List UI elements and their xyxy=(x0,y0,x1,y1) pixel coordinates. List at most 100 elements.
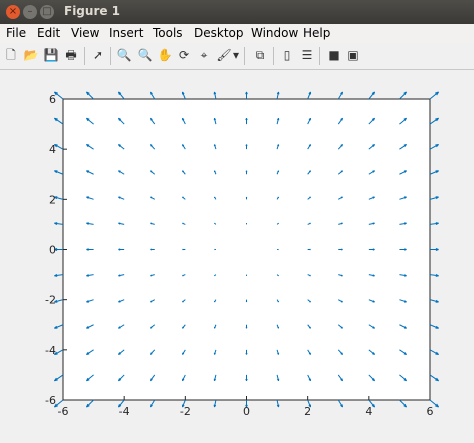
y-tick-label: -2 xyxy=(45,294,56,307)
quiver-arrow xyxy=(245,91,248,99)
y-tick-label: 6 xyxy=(49,93,56,106)
quiver-arrow xyxy=(245,349,248,355)
quiver-arrow xyxy=(276,399,280,408)
quiver-arrow xyxy=(429,143,439,150)
quiver-arrow xyxy=(429,222,439,226)
menu-edit[interactable]: Edit xyxy=(37,26,60,40)
save-icon[interactable]: 💾 xyxy=(43,47,59,63)
rotate-3d-icon[interactable]: ⟳ xyxy=(176,47,192,63)
quiver-arrow xyxy=(307,248,311,251)
quiver-arrow xyxy=(149,399,156,408)
quiver-arrow xyxy=(150,248,155,251)
y-tick-label: 2 xyxy=(49,193,56,206)
quiver-arrow xyxy=(54,117,64,125)
link-plot-icon[interactable]: ⧉ xyxy=(252,47,268,63)
quiver-arrow xyxy=(337,399,344,408)
quiver-arrow xyxy=(429,91,440,100)
menu-insert[interactable]: Insert xyxy=(109,26,143,40)
toolbar-separator xyxy=(273,47,274,65)
quiver-arrow xyxy=(245,118,248,125)
open-file-icon[interactable]: 📂 xyxy=(23,47,39,63)
menu-help[interactable]: Help xyxy=(303,26,330,40)
quiver-arrow xyxy=(54,374,64,382)
quiver-arrow xyxy=(368,91,376,100)
x-tick-label: 2 xyxy=(304,405,311,418)
quiver-arrow xyxy=(54,170,64,175)
quiver-arrow xyxy=(54,324,64,329)
quiver-arrow xyxy=(307,91,312,100)
menu-view[interactable]: View xyxy=(71,26,99,40)
quiver-arrow xyxy=(429,170,439,175)
quiver-arrow xyxy=(149,91,156,100)
pan-icon[interactable]: ✋ xyxy=(157,47,173,63)
zoom-in-icon[interactable]: 🔍 xyxy=(116,47,132,63)
quiver-arrow xyxy=(213,399,217,408)
show-plot-tools-icon[interactable]: ▣ xyxy=(345,47,361,63)
axes-box xyxy=(62,98,431,401)
quiver-plot[interactable]: -6 -4 -2 0 2 4 6 -6 -4 -2 0 2 4 6 xyxy=(0,70,474,443)
quiver-arrow xyxy=(213,91,217,100)
quiver-arrow xyxy=(54,222,64,226)
quiver-arrow xyxy=(338,248,343,251)
quiver-arrow xyxy=(181,91,186,100)
x-tick-label: -4 xyxy=(119,405,130,418)
quiver-arrow xyxy=(117,91,125,100)
x-tick-label: 6 xyxy=(427,405,434,418)
hide-plot-tools-icon[interactable]: ■ xyxy=(326,47,342,63)
close-icon[interactable]: × xyxy=(6,5,20,19)
maximize-icon[interactable]: □ xyxy=(40,5,54,19)
y-tick-label: -4 xyxy=(45,344,56,357)
quiver-arrow xyxy=(399,91,408,100)
quiver-arrow xyxy=(429,273,439,277)
legend-icon[interactable]: ☰ xyxy=(299,47,315,63)
quiver-arrow xyxy=(85,91,94,100)
data-cursor-icon[interactable]: ⌖ xyxy=(196,47,212,63)
menu-file[interactable]: File xyxy=(6,26,26,40)
menu-window[interactable]: Window xyxy=(251,26,298,40)
menu-tools[interactable]: Tools xyxy=(153,26,183,40)
quiver-arrow xyxy=(245,196,248,200)
minimize-icon[interactable]: – xyxy=(23,5,37,19)
quiver-arrow xyxy=(118,248,125,251)
toolbar-separator xyxy=(110,47,111,65)
x-tick-label: 0 xyxy=(243,405,250,418)
quiver-arrow xyxy=(337,91,344,100)
print-icon[interactable]: 🖶 xyxy=(63,47,79,63)
quiver-arrow xyxy=(429,324,439,329)
toolbar-separator xyxy=(244,47,245,65)
menu-desktop[interactable]: Desktop xyxy=(194,26,244,40)
y-tick-label: 0 xyxy=(49,244,56,257)
quiver-arrow xyxy=(429,299,439,303)
quiver-arrow xyxy=(276,91,280,100)
toolbar-separator xyxy=(84,47,85,65)
quiver-arrow xyxy=(429,374,439,382)
toolbar: 🗋 📂 💾 🖶 ➚ 🔍 🔍 ✋ ⟳ ⌖ 🖌 ▾ ⧉ ▯ ☰ ■ ▣ xyxy=(0,43,474,70)
y-tick-label: -6 xyxy=(45,394,56,407)
brush-icon[interactable]: 🖌 xyxy=(216,47,232,63)
quiver-arrow xyxy=(399,399,408,408)
quiver-arrow xyxy=(245,324,248,329)
x-tick-label: -6 xyxy=(58,405,69,418)
quiver-arrow xyxy=(245,299,248,303)
quiver-arrow xyxy=(429,196,439,200)
pointer-icon[interactable]: ➚ xyxy=(90,47,106,63)
quiver-arrow xyxy=(245,144,248,150)
y-tick-label: 4 xyxy=(49,143,56,156)
new-figure-icon[interactable]: 🗋 xyxy=(3,47,19,63)
title-bar: × – □ Figure 1 xyxy=(0,0,474,24)
brush-dropdown-icon[interactable]: ▾ xyxy=(232,47,240,63)
quiver-arrow xyxy=(182,248,186,251)
quiver-arrow xyxy=(429,349,439,356)
x-tick-label: -2 xyxy=(180,405,191,418)
quiver-arrow xyxy=(368,248,375,251)
quiver-arrow xyxy=(245,170,248,175)
menu-bar: File Edit View Insert Tools Desktop Wind… xyxy=(0,24,474,43)
colorbar-icon[interactable]: ▯ xyxy=(279,47,295,63)
zoom-out-icon[interactable]: 🔍 xyxy=(137,47,153,63)
quiver-arrow xyxy=(245,374,248,381)
window-title: Figure 1 xyxy=(64,4,121,18)
figure-canvas: -6 -4 -2 0 2 4 6 -6 -4 -2 0 2 4 6 xyxy=(0,70,474,443)
quiver-arrow xyxy=(429,117,439,125)
quiver-arrow xyxy=(85,399,94,408)
toolbar-separator xyxy=(319,47,320,65)
